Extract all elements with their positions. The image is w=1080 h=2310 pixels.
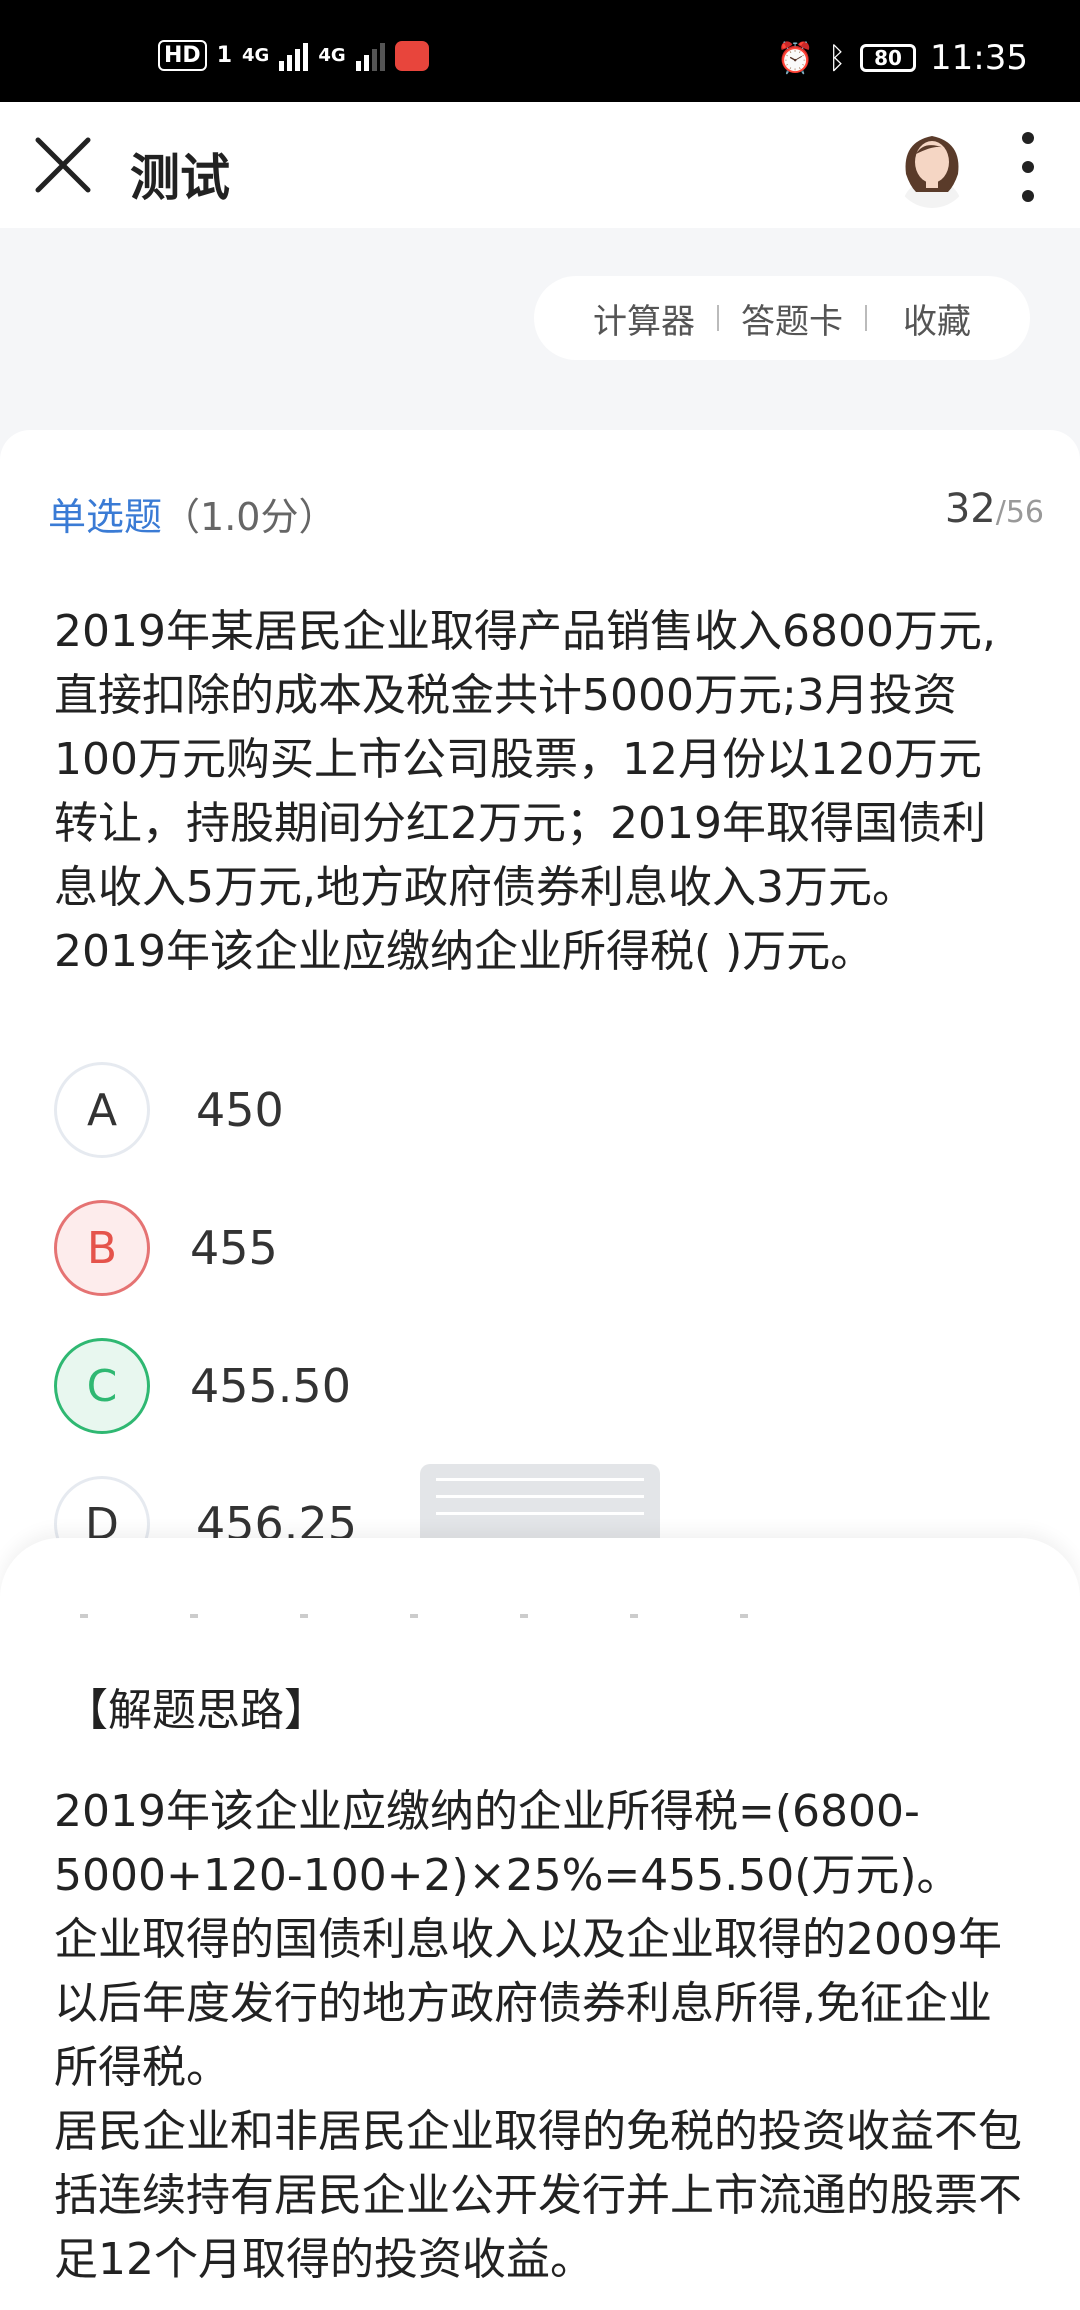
- tools-bar: 计算器 答题卡 收藏: [534, 276, 1030, 360]
- question-type-label: 单选题: [48, 495, 163, 539]
- option-letter: A: [54, 1062, 150, 1158]
- question-score: （1.0分）: [162, 495, 337, 539]
- analysis-body: 2019年该企业应缴纳的企业所得税=(6800-5000+120-100+2)×…: [54, 1780, 1034, 2292]
- analysis-paragraph: 企业取得的国债利息收入以及企业取得的2009年以后年度发行的地方政府债券利息所得…: [54, 1914, 1002, 2093]
- signal-icon-2: [355, 41, 385, 71]
- clock: 11:35: [930, 38, 1028, 78]
- analysis-paragraph: 居民企业和非居民企业取得的免税的投资收益不包括连续持有居民企业公开发行并上市流通…: [54, 2106, 1022, 2285]
- page-title: 测试: [130, 149, 230, 207]
- more-options-icon[interactable]: [1010, 132, 1046, 202]
- option-text: 455.50: [190, 1359, 351, 1413]
- option-text: 450: [196, 1083, 284, 1137]
- divider: [80, 1614, 800, 1618]
- close-icon[interactable]: [30, 132, 96, 198]
- favorite-button[interactable]: 收藏: [867, 294, 993, 343]
- analysis-title: 【解题思路】: [64, 1685, 328, 1736]
- question-counter: 32/56: [945, 486, 1044, 532]
- analysis-paragraph: 2019年该企业应缴纳的企业所得税=(6800-5000+120-100+2)×…: [54, 1786, 961, 1901]
- calculator-button[interactable]: 计算器: [571, 294, 717, 343]
- option-b[interactable]: B 455: [54, 1198, 278, 1298]
- option-a[interactable]: A 450: [54, 1060, 284, 1160]
- option-text: 455: [190, 1221, 278, 1275]
- option-letter: B: [54, 1200, 150, 1296]
- signal-icon-1: [279, 41, 309, 71]
- question-text: 2019年某居民企业取得产品销售收入6800万元,直接扣除的成本及税金共计500…: [54, 606, 996, 977]
- hd-icon: HD: [158, 40, 207, 71]
- avatar[interactable]: [892, 122, 972, 208]
- alarm-icon: ⏰: [776, 40, 815, 76]
- analysis-sheet: 【解题思路】 2019年该企业应缴纳的企业所得税=(6800-5000+120-…: [0, 1538, 1080, 2310]
- battery-icon: 80: [860, 44, 917, 72]
- question-total: /56: [995, 495, 1044, 530]
- app-notification-icon: [394, 40, 429, 71]
- sim-indicator: 1: [216, 43, 232, 68]
- option-c[interactable]: C 455.50: [54, 1336, 351, 1436]
- answer-card-button[interactable]: 答题卡: [719, 294, 865, 343]
- option-letter: C: [54, 1338, 150, 1434]
- network-type-1: 4G: [242, 44, 270, 66]
- app-header: 测试: [0, 102, 1080, 228]
- question-current: 32: [944, 486, 996, 532]
- network-type-2: 4G: [318, 44, 346, 66]
- question-type: 单选题（1.0分）: [48, 486, 336, 541]
- status-bar: HD 1 4G 4G ⏰ ᛒ 80 11:35: [0, 0, 1080, 102]
- question-card: 单选题（1.0分） 32/56 2019年某居民企业取得产品销售收入6800万元…: [0, 430, 1080, 1600]
- status-right: ⏰ ᛒ 80 11:35: [777, 38, 1028, 78]
- status-left: HD 1 4G 4G: [158, 40, 429, 71]
- bluetooth-icon: ᛒ: [828, 40, 847, 76]
